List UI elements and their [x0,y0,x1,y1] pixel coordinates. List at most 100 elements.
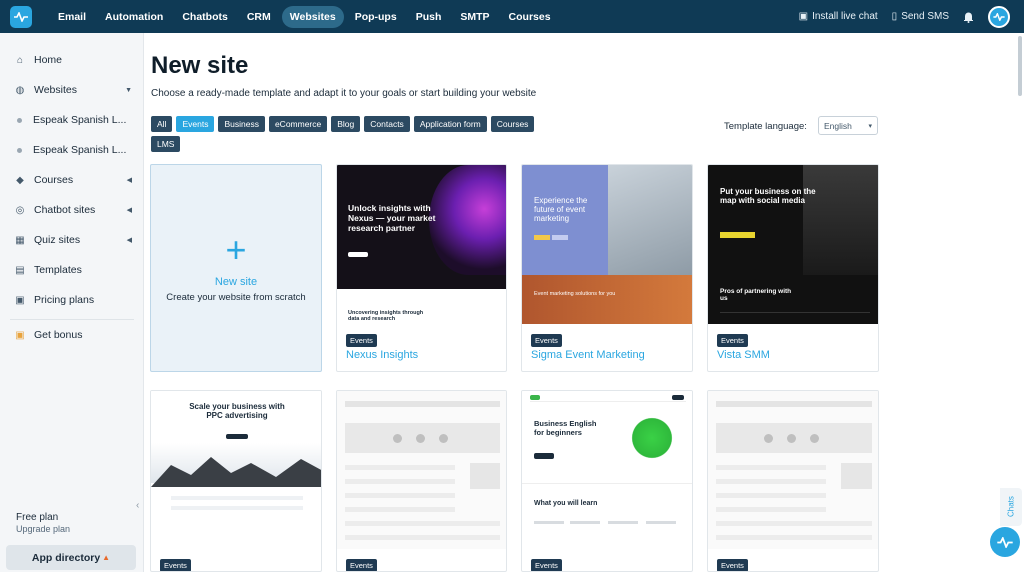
filter-contacts[interactable]: Contacts [364,116,410,132]
install-live-chat-link[interactable]: ▣ Install live chat [799,11,878,22]
filter-application-form[interactable]: Application form [413,116,487,132]
app-directory-button[interactable]: App directory ▲ [6,545,136,570]
template-thumb-headline: Scale your business with PPC advertising [189,402,285,420]
app-logo-icon[interactable] [10,5,32,28]
chat-icon: ▣ [798,11,809,22]
template-thumb-headline: Unlock insights with Nexus — your market… [348,203,436,233]
template-card-vista-smm[interactable]: Put your business on the map with social… [707,164,879,372]
sidebar-item-chatbot-sites[interactable]: ◎ Chatbot sites ◀ [14,204,132,216]
install-live-chat-label: Install live chat [812,11,878,22]
nav-popups[interactable]: Pop-ups [347,6,405,28]
nav-smtp[interactable]: SMTP [452,6,497,28]
category-filters: All Events Business eCommerce Blog Conta… [151,116,551,152]
template-tag: Events [717,334,748,347]
notifications-bell-icon[interactable] [963,11,974,23]
sidebar-item-label: Home [34,54,63,66]
nav-crm[interactable]: CRM [239,6,279,28]
sidebar-item-pricing-plans[interactable]: ▣ Pricing plans [14,294,132,306]
template-card-placeholder-2[interactable]: Events [707,390,879,572]
pricing-icon: ▣ [15,294,25,306]
chats-tab[interactable]: Chats [1000,488,1022,526]
chevron-left-icon: ◀ [126,237,132,244]
template-language-value: English [824,120,852,131]
gift-icon: ▣ [15,329,25,341]
template-card-ppc-advertising[interactable]: Scale your business with PPC advertising… [150,390,322,572]
template-thumb-subline: Pros of partnering with us [720,288,792,302]
nav-chatbots[interactable]: Chatbots [174,6,236,28]
template-tag: Events [717,559,748,571]
template-tag: Events [346,334,377,347]
filter-events[interactable]: Events [176,116,215,132]
dot-icon [17,117,22,123]
sidebar-item-home[interactable]: ⌂ Home [14,54,132,66]
sidebar-item-label: Get bonus [34,329,83,341]
sidebar-item-label: Templates [34,264,82,276]
sidebar-item-templates[interactable]: ▤ Templates [14,264,132,276]
template-card-nexus-insights[interactable]: Unlock insights with Nexus — your market… [336,164,507,372]
filter-ecommerce[interactable]: eCommerce [268,116,328,132]
page-scrollbar[interactable] [1018,36,1022,96]
template-thumbnail [337,391,506,549]
template-name: Sigma Event Marketing [531,349,645,361]
sidebar-item-label: Quiz sites [34,234,81,246]
chat-widget-button[interactable] [990,527,1020,557]
upgrade-plan-link[interactable]: Upgrade plan [16,524,70,534]
filter-business[interactable]: Business [218,116,265,132]
chevron-left-icon: ◀ [126,177,132,184]
template-tag: Events [160,559,191,571]
user-avatar[interactable] [988,5,1010,28]
new-site-card[interactable]: + New site Create your website from scra… [150,164,322,372]
template-language-label: Template language: [724,121,807,132]
template-name: Nexus Insights [346,349,419,361]
filter-all[interactable]: All [151,116,173,132]
template-tag: Events [531,559,562,571]
sidebar-item-label: Courses [34,174,74,186]
nav-websites[interactable]: Websites [281,5,344,28]
home-icon: ⌂ [16,54,24,66]
template-thumbnail: Unlock insights with Nexus — your market… [337,165,506,324]
template-thumb-subline: What you will learn [534,500,598,507]
send-sms-link[interactable]: ▯ Send SMS [892,11,949,22]
chatbot-icon: ◎ [15,204,25,216]
template-card-sigma-event-marketing[interactable]: Experience the future of event marketing… [521,164,693,372]
quiz-icon: ▦ [15,234,25,246]
chevron-down-icon: ▼ [125,86,132,94]
template-language-select[interactable]: English ▾ [818,116,878,135]
top-navigation: Email Automation Chatbots CRM Websites P… [0,0,1024,33]
sidebar-item-label: Pricing plans [34,294,95,306]
rocket-icon: ▲ [102,553,111,562]
filter-blog[interactable]: Blog [331,116,361,132]
template-thumbnail: Business English for beginners What you … [522,391,692,549]
sidebar-item-websites[interactable]: ◍ Websites ▼ [14,84,132,96]
nav-push[interactable]: Push [408,6,450,28]
sidebar-item-label: Websites [34,84,77,96]
filter-courses[interactable]: Courses [490,116,535,132]
template-thumb-subline: Uncovering insights through data and res… [348,310,424,322]
chevron-down-icon: ▾ [868,122,872,130]
sidebar-item-quiz-sites[interactable]: ▦ Quiz sites ◀ [14,234,132,246]
sidebar-item-get-bonus[interactable]: ▣ Get bonus [14,329,132,341]
template-thumb-headline: Experience the future of event marketing [534,196,588,223]
template-card-business-english[interactable]: Business English for beginners What you … [521,390,693,572]
filter-lms[interactable]: LMS [151,136,181,152]
nav-automation[interactable]: Automation [97,6,171,28]
collapse-sidebar-icon[interactable]: ‹ [136,500,139,511]
phone-icon: ▯ [891,11,898,22]
template-name: Vista SMM [717,349,770,361]
sidebar-item-site-1[interactable]: Espeak Spanish L... [14,114,132,126]
nav-email[interactable]: Email [50,6,94,28]
template-thumbnail: Scale your business with PPC advertising [151,391,321,549]
sidebar-item-courses[interactable]: ◆ Courses ◀ [14,174,132,186]
template-tag: Events [346,559,377,571]
sidebar-item-label: Chatbot sites [34,204,96,216]
template-tag: Events [531,334,562,347]
graduation-cap-icon: ◆ [16,174,24,186]
sidebar-item-label: Espeak Spanish L... [33,144,127,156]
sidebar-item-site-2[interactable]: Espeak Spanish L... [14,144,132,156]
nav-courses[interactable]: Courses [501,6,559,28]
template-card-placeholder-1[interactable]: Events [336,390,507,572]
dot-icon [17,147,22,153]
page-subtitle: Choose a ready-made template and adapt i… [151,88,537,99]
globe-icon: ◍ [15,84,25,96]
free-plan-label: Free plan [16,512,59,523]
